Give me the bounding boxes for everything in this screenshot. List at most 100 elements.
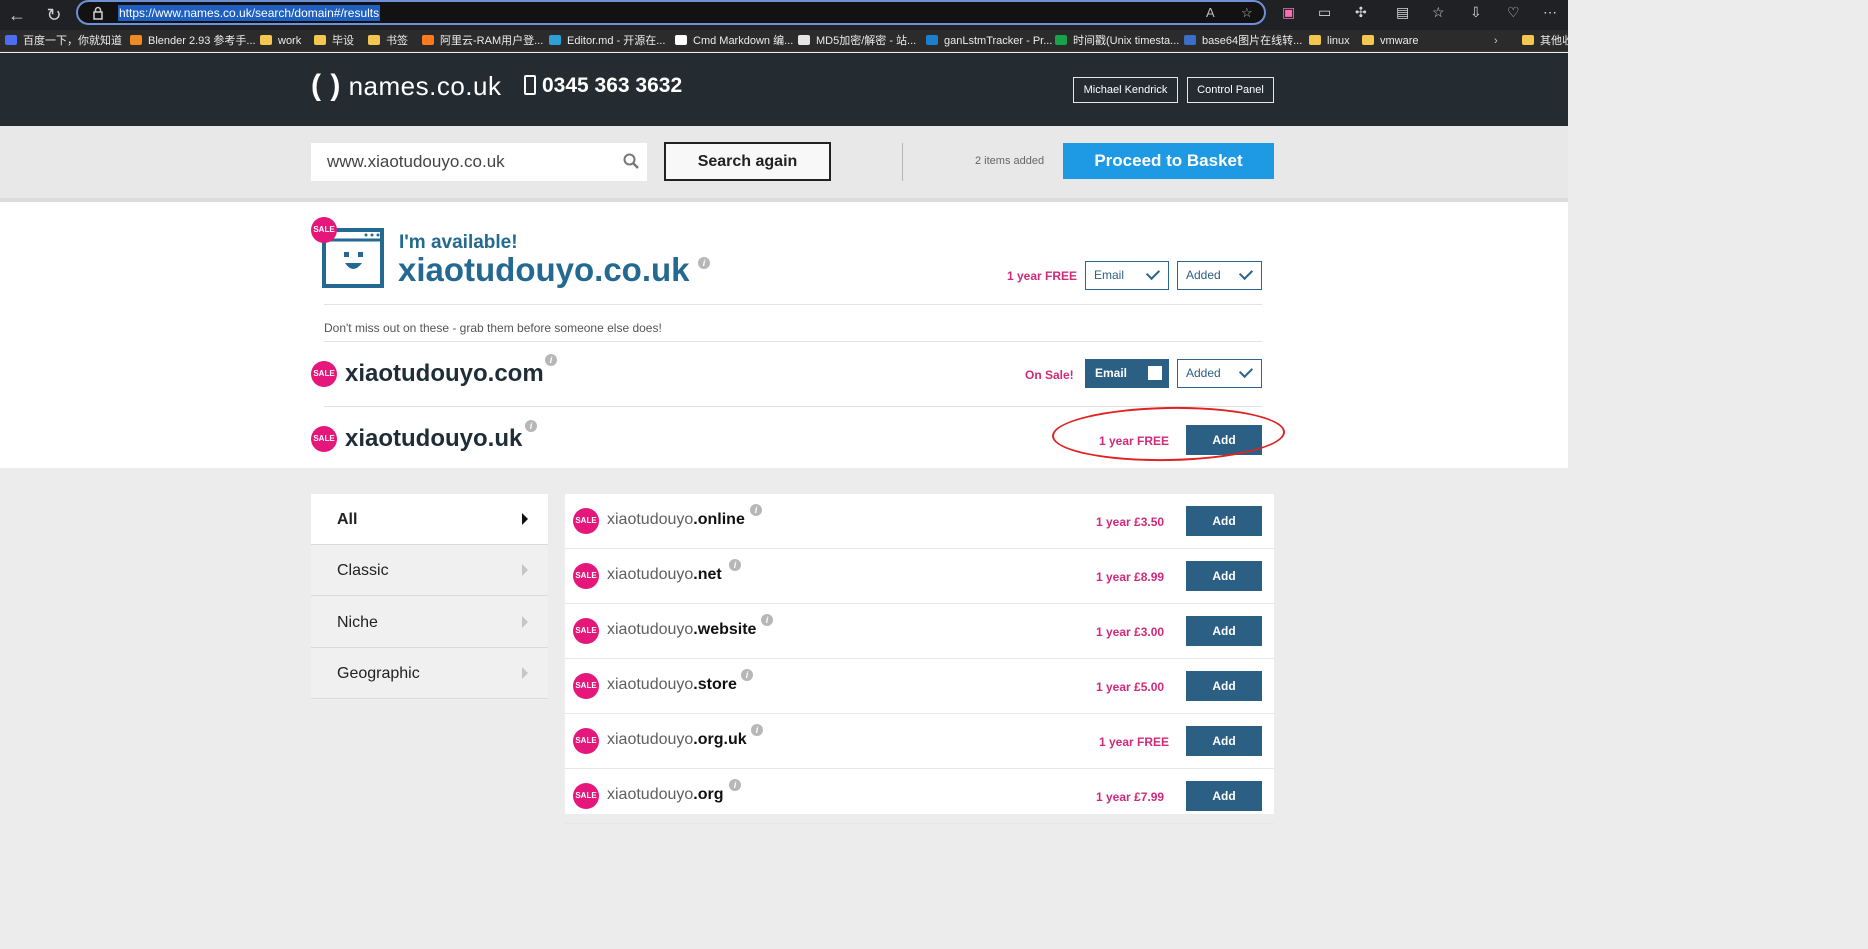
featured-domain-name: xiaotudouyo.co.uk — [398, 251, 690, 288]
add-domain-button[interactable]: Add — [1186, 506, 1262, 536]
bookmark-icon — [5, 35, 17, 45]
bookmark-item[interactable]: 阿里云-RAM用户登... — [422, 34, 543, 50]
domain-result-name: xiaotudouyo.org.uk — [607, 731, 747, 748]
bookmark-folder[interactable]: linux — [1309, 34, 1350, 50]
domain-price: 1 year £3.00 — [1096, 625, 1165, 639]
recommended-promo: On Sale! — [1025, 368, 1074, 382]
extensions-puzzle-icon[interactable]: ✣ — [1355, 4, 1367, 21]
featured-promo: 1 year FREE — [1007, 269, 1078, 283]
domain-result-row: SALE xiaotudouyo.net i 1 year £8.99 Add — [565, 549, 1274, 604]
bookmark-folder[interactable]: 书签 — [368, 34, 408, 50]
bookmark-item[interactable]: 时间戳(Unix timesta... — [1055, 34, 1179, 50]
sale-badge: SALE — [573, 783, 599, 809]
more-menu-icon[interactable]: ⋯ — [1543, 4, 1557, 21]
checkbox-icon — [1148, 366, 1162, 380]
divider — [902, 143, 903, 181]
info-icon[interactable]: i — [751, 724, 763, 736]
featured-added-button[interactable]: Added — [1177, 261, 1262, 290]
sale-badge: SALE — [573, 508, 599, 534]
sale-badge: SALE — [573, 673, 599, 699]
bookmark-folder[interactable]: vmware — [1362, 34, 1419, 50]
add-domain-button[interactable]: Add — [1186, 726, 1262, 756]
health-icon[interactable]: ♡ — [1507, 4, 1520, 21]
md5-icon — [798, 35, 810, 45]
category-classic[interactable]: Classic — [311, 545, 548, 596]
featured-email-button[interactable]: Email — [1085, 261, 1169, 290]
chevron-right-icon — [522, 564, 528, 576]
add-domain-button[interactable]: Add — [1186, 781, 1262, 811]
search-icon[interactable] — [623, 153, 639, 169]
search-again-button[interactable]: Search again — [664, 142, 831, 181]
info-icon[interactable]: i — [525, 420, 537, 432]
lock-icon — [93, 6, 103, 20]
domain-result-row: SALE xiaotudouyo.store i 1 year £5.00 Ad… — [565, 659, 1274, 714]
bookmark-item[interactable]: 百度一下，你就知道 — [5, 34, 122, 50]
extension-icon[interactable]: ▣ — [1282, 4, 1295, 21]
tracker-icon — [926, 35, 938, 45]
bookmark-item[interactable]: Blender 2.93 参考手... — [130, 34, 256, 50]
domain-search-input[interactable]: www.xiaotudouyo.co.uk — [311, 143, 647, 181]
info-icon[interactable]: i — [729, 559, 741, 571]
info-icon[interactable]: i — [741, 669, 753, 681]
info-icon[interactable]: i — [750, 504, 762, 516]
timestamp-icon — [1055, 35, 1067, 45]
domain-result-name: xiaotudouyo.net — [607, 566, 722, 583]
site-logo[interactable]: ( ) names.co.uk — [311, 69, 501, 103]
user-account-button[interactable]: Michael Kendrick — [1073, 77, 1178, 103]
read-aloud-icon[interactable]: A — [1206, 5, 1215, 20]
collections-icon[interactable]: ☆ — [1432, 4, 1445, 21]
domain-price: 1 year £5.00 — [1096, 680, 1165, 694]
bookmark-item[interactable]: Cmd Markdown 编... — [675, 34, 793, 50]
bookmark-folder[interactable]: work — [260, 34, 301, 50]
split-screen-icon[interactable]: ▤ — [1396, 4, 1409, 21]
domain-price: 1 year £3.50 — [1096, 515, 1165, 529]
category-geographic[interactable]: Geographic — [311, 648, 548, 699]
bookmarks-bar: 百度一下，你就知道 Blender 2.93 参考手... work 毕设 书签… — [0, 30, 1573, 52]
featured-results: SALE I'm available! xiaotudouyo.co.uk i … — [0, 198, 1568, 468]
recommended-domain-name: xiaotudouyo.com — [345, 360, 544, 387]
blender-icon — [130, 35, 142, 45]
back-arrow-icon[interactable]: ← — [5, 4, 29, 26]
bookmark-item[interactable]: Editor.md - 开源在... — [549, 34, 665, 50]
info-icon[interactable]: i — [761, 614, 773, 626]
bookmark-folder[interactable]: 其他收 — [1522, 34, 1573, 50]
proceed-to-basket-button[interactable]: Proceed to Basket — [1063, 143, 1274, 179]
chevron-right-icon — [522, 667, 528, 679]
info-icon[interactable]: i — [545, 354, 557, 366]
folder-icon — [1309, 35, 1321, 45]
sale-badge: SALE — [311, 361, 337, 387]
control-panel-button[interactable]: Control Panel — [1187, 77, 1274, 103]
add-domain-button[interactable]: Add — [1186, 616, 1262, 646]
chevron-right-icon[interactable]: › — [1494, 34, 1498, 50]
logo-brackets: ( ) — [311, 69, 341, 102]
refresh-icon[interactable]: ↻ — [42, 4, 66, 26]
favorite-star-icon[interactable]: ☆ — [1241, 5, 1253, 21]
bookmark-item[interactable]: base64图片在线转... — [1184, 34, 1302, 50]
recommended-added-button[interactable]: Added — [1177, 359, 1262, 388]
browser-tab-icon[interactable]: ▭ — [1318, 4, 1331, 21]
category-niche[interactable]: Niche — [311, 597, 548, 648]
address-bar[interactable]: https://www.names.co.uk/search/domain#/r… — [76, 0, 1266, 25]
bookmark-item[interactable]: ganLstmTracker - Pr... — [926, 34, 1052, 50]
base64-icon — [1184, 35, 1196, 45]
recommended-email-button[interactable]: Email — [1085, 359, 1169, 388]
domain-search-bar: www.xiaotudouyo.co.uk Search again 2 ite… — [0, 126, 1568, 198]
editor-icon — [549, 35, 561, 45]
domain-price: 1 year £7.99 — [1096, 790, 1165, 804]
download-icon[interactable]: ⇩ — [1470, 4, 1482, 21]
url-text[interactable]: https://www.names.co.uk/search/domain#/r… — [118, 5, 381, 21]
domain-result-name: xiaotudouyo.online — [607, 511, 745, 528]
add-domain-button[interactable]: Add — [1186, 561, 1262, 591]
site-header: ( ) names.co.uk 0345 363 3632 Michael Ke… — [0, 53, 1568, 126]
domain-result-row: SALE xiaotudouyo.website i 1 year £3.00 … — [565, 604, 1274, 659]
bookmark-folder[interactable]: 毕设 — [314, 34, 354, 50]
add-domain-button[interactable]: Add — [1186, 671, 1262, 701]
info-icon[interactable]: i — [729, 779, 741, 791]
info-icon[interactable]: i — [698, 257, 710, 269]
check-icon — [1145, 265, 1161, 281]
category-all[interactable]: All — [311, 494, 548, 545]
divider — [324, 304, 1262, 305]
bookmark-item[interactable]: MD5加密/解密 - 站... — [798, 34, 916, 50]
domain-result-name: xiaotudouyo.store — [607, 676, 737, 693]
suggestion-text: Don't miss out on these - grab them befo… — [324, 321, 662, 335]
